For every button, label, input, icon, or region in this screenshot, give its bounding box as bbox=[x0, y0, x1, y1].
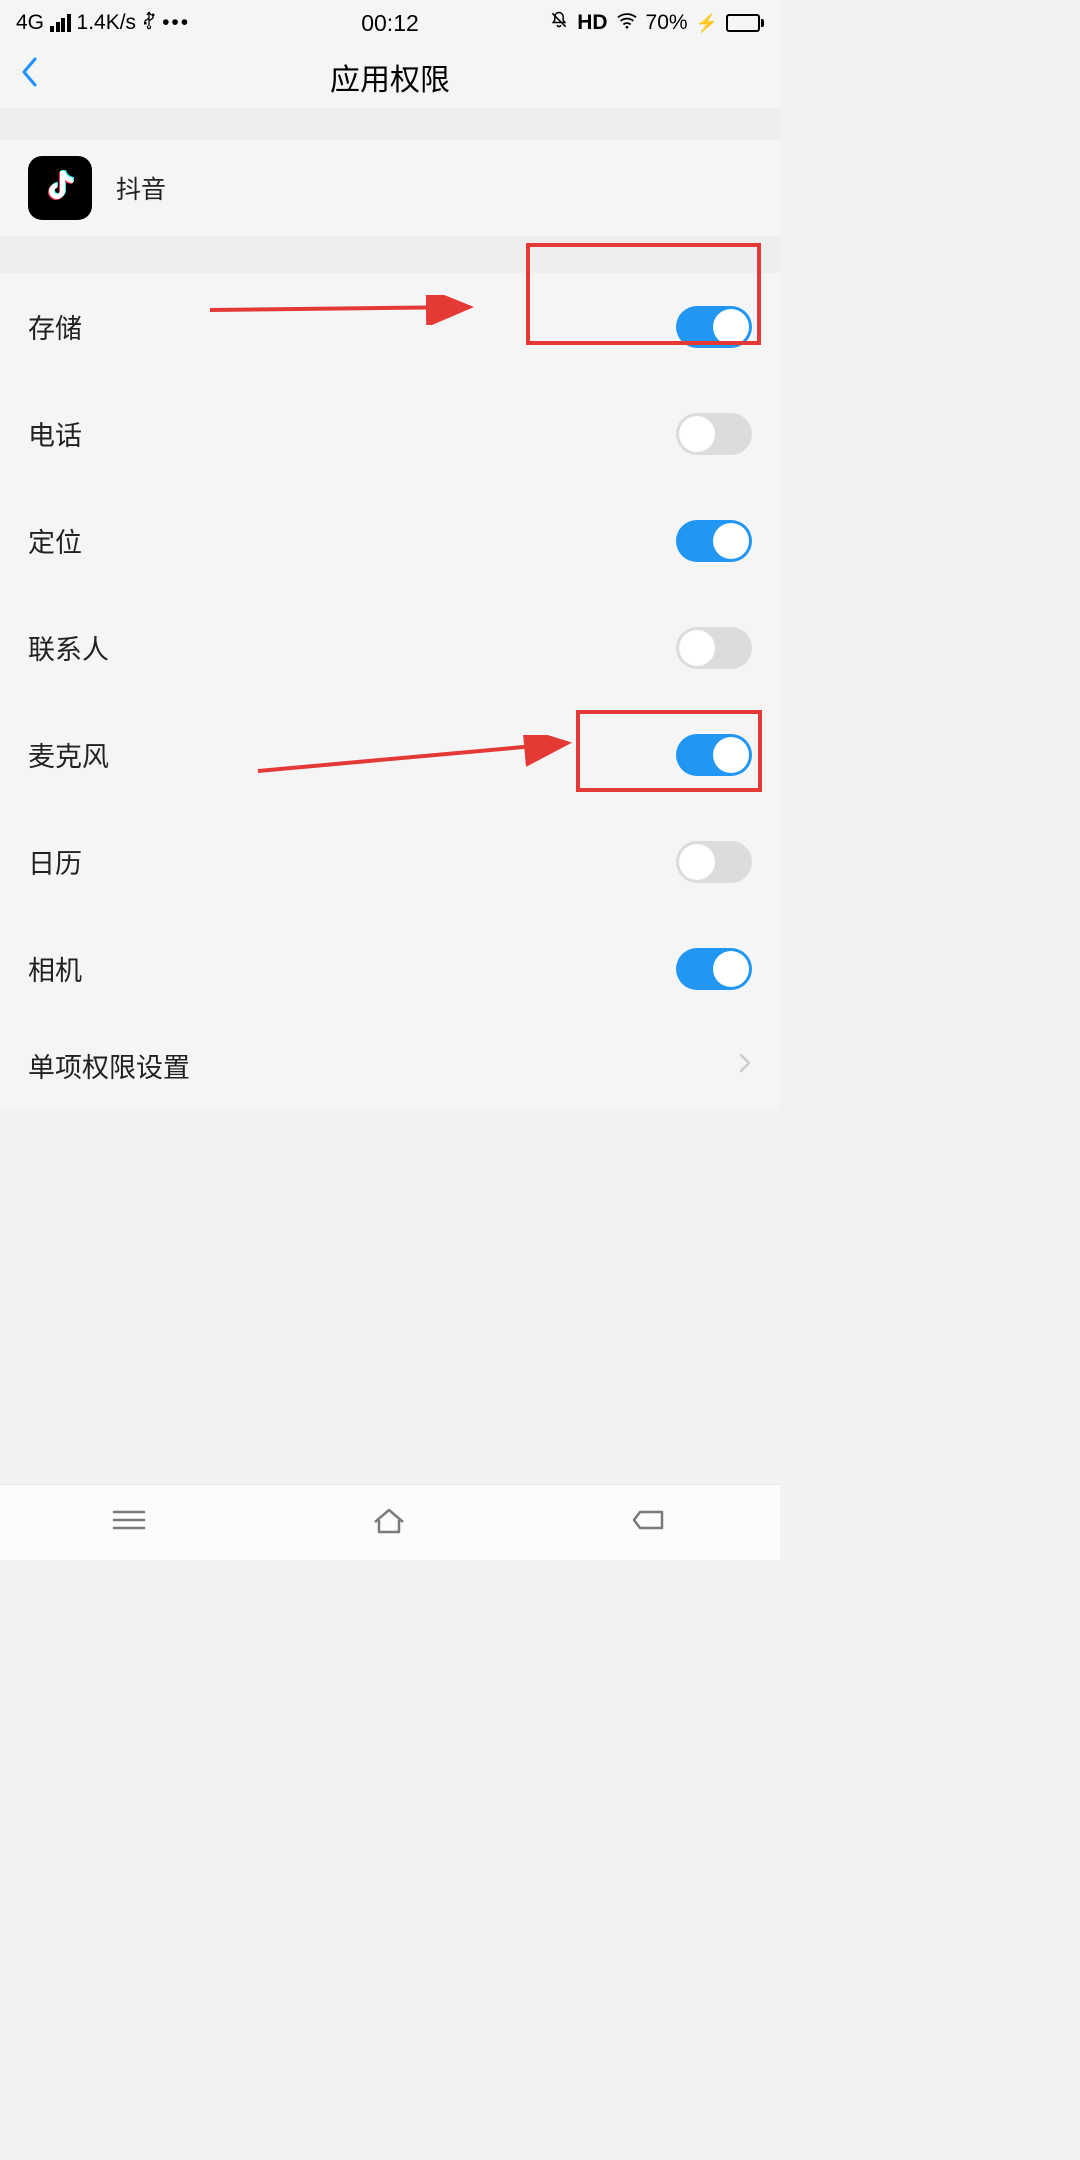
permission-label: 电话 bbox=[28, 414, 82, 453]
navigation-bar bbox=[0, 1484, 780, 1560]
permission-location: 定位 bbox=[0, 487, 780, 594]
permission-storage: 存储 bbox=[0, 273, 780, 380]
permission-label: 相机 bbox=[28, 949, 82, 988]
usb-icon bbox=[142, 10, 156, 36]
battery-percent: 70% bbox=[646, 11, 688, 35]
charging-icon: ⚡ bbox=[696, 13, 718, 34]
section-gap bbox=[0, 236, 780, 273]
toggle-location[interactable] bbox=[676, 520, 752, 562]
battery-icon bbox=[726, 14, 764, 32]
permission-label: 定位 bbox=[28, 521, 82, 560]
nav-home-icon[interactable] bbox=[369, 1504, 409, 1541]
toggle-contacts[interactable] bbox=[676, 627, 752, 669]
network-type: 4G bbox=[16, 11, 44, 35]
section-gap bbox=[0, 108, 780, 140]
toggle-microphone[interactable] bbox=[676, 734, 752, 776]
status-left: 4G 1.4K/s ••• bbox=[16, 10, 190, 36]
dnd-icon bbox=[549, 10, 569, 36]
permission-label: 日历 bbox=[28, 842, 82, 881]
page-header: 应用权限 bbox=[0, 46, 780, 108]
more-permission-settings[interactable]: 单项权限设置 bbox=[0, 1022, 780, 1109]
wifi-icon bbox=[616, 11, 638, 35]
app-icon-douyin bbox=[28, 156, 92, 220]
permission-label: 麦克风 bbox=[28, 735, 109, 774]
hd-icon: HD bbox=[577, 11, 607, 35]
page-title: 应用权限 bbox=[330, 55, 450, 99]
permission-calendar: 日历 bbox=[0, 808, 780, 915]
signal-icon bbox=[50, 14, 71, 32]
toggle-storage[interactable] bbox=[676, 306, 752, 348]
chevron-right-icon bbox=[738, 1049, 752, 1083]
permission-contacts: 联系人 bbox=[0, 594, 780, 701]
permission-camera: 相机 bbox=[0, 915, 780, 1022]
toggle-phone[interactable] bbox=[676, 413, 752, 455]
permission-label: 联系人 bbox=[28, 628, 109, 667]
toggle-camera[interactable] bbox=[676, 948, 752, 990]
status-right: HD 70% ⚡ bbox=[549, 10, 764, 36]
back-button[interactable] bbox=[20, 55, 40, 99]
status-time: 00:12 bbox=[361, 10, 419, 37]
permission-phone: 电话 bbox=[0, 380, 780, 487]
nav-menu-icon[interactable] bbox=[110, 1506, 148, 1539]
network-speed: 1.4K/s bbox=[77, 11, 137, 35]
app-info-row: 抖音 bbox=[0, 140, 780, 236]
permission-list: 存储 电话 定位 联系人 麦克风 日历 相机 单项权限设置 bbox=[0, 273, 780, 1109]
app-name: 抖音 bbox=[116, 170, 166, 206]
toggle-calendar[interactable] bbox=[676, 841, 752, 883]
nav-back-icon[interactable] bbox=[630, 1506, 670, 1539]
status-bar: 4G 1.4K/s ••• 00:12 HD 70% ⚡ bbox=[0, 0, 780, 46]
permission-microphone: 麦克风 bbox=[0, 701, 780, 808]
permission-label: 存储 bbox=[28, 307, 82, 346]
more-icon: ••• bbox=[162, 11, 190, 35]
more-settings-label: 单项权限设置 bbox=[28, 1046, 190, 1085]
